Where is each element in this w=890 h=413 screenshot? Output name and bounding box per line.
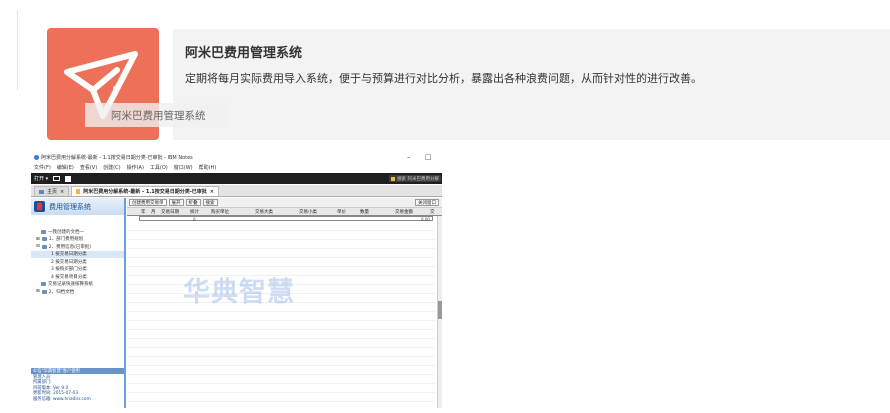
collapse-button[interactable]: 折叠: [185, 199, 201, 206]
column-price[interactable]: 单价: [337, 209, 346, 215]
column-month[interactable]: 月: [151, 209, 156, 215]
sidebar-item-dept-plan[interactable]: ⊞ 1、部门费用规划: [31, 236, 124, 244]
product-description: 定期将每月实际费用导入系统，便于与预算进行对比分析，暴露出各种浪费问题，从而针对…: [185, 72, 702, 85]
view-icon: [41, 282, 46, 287]
column-category[interactable]: 交易大类: [255, 209, 273, 215]
sidebar-item-archive[interactable]: ⊞ 2、归档文档: [31, 288, 124, 296]
column-year[interactable]: 年: [141, 209, 146, 215]
user-icon: [391, 176, 396, 181]
close-window-button[interactable]: 关闭窗口: [415, 199, 439, 206]
close-icon[interactable]: ×: [60, 189, 64, 195]
tab-bar: 主页 × 阿米巴费用分解系统-最新 - 1.1按交易日期分类-已审批 ×: [31, 185, 442, 197]
column-amount[interactable]: 交易金额: [395, 209, 413, 215]
sidebar-item-label: 1 按交易日期分类: [51, 252, 87, 258]
total-row: 0 0.00: [139, 216, 433, 222]
menu-actions[interactable]: 操作(A): [127, 164, 144, 171]
menu-view[interactable]: 查看(V): [80, 164, 97, 171]
view-icon: [41, 229, 46, 234]
page-divider: [17, 10, 18, 90]
tab-expense-label: 阿米巴费用分解系统-最新 - 1.1按交易日期分类-已审批: [83, 189, 207, 195]
product-card[interactable]: 阿米巴费用管理系统 定期将每月实际费用导入系统，便于与预算进行对比分析，暴露出各…: [173, 29, 890, 140]
action-bar: 创建费用交易单 展开 折叠 搜索 关闭窗口: [127, 198, 442, 208]
menu-edit[interactable]: 编辑(E): [57, 164, 74, 171]
menu-help[interactable]: 帮助(H): [199, 164, 217, 171]
vertical-scrollbar[interactable]: [437, 216, 442, 408]
tab-home-label: 主页: [47, 189, 58, 195]
sidebar-title: 费用管理系统: [49, 202, 91, 211]
sidebar-item-by-project[interactable]: 4 按交易项目分类: [31, 273, 124, 281]
menu-tools[interactable]: 工具(O): [150, 164, 168, 171]
column-count[interactable]: 统计: [190, 209, 199, 215]
sidebar-item-label: 1、部门费用规划: [48, 237, 84, 243]
sidebar-item-by-date[interactable]: 1 按交易日期分类: [31, 250, 124, 258]
watermark-label: 阿米巴费用管理系统: [85, 103, 229, 127]
folder-icon: [41, 237, 47, 242]
sidebar-item-my-docs[interactable]: 一我创建的文档一: [31, 228, 124, 236]
search-placeholder: 搜索 阿米巴费用分解: [397, 176, 439, 182]
search-box[interactable]: 搜索 阿米巴费用分解: [389, 175, 441, 182]
toolbar: 打开 ▾ 搜索 阿米巴费用分解: [31, 173, 442, 184]
minimize-button[interactable]: –: [407, 153, 411, 161]
sidebar-nav: 一我创建的文档一 ⊞ 1、部门费用规划 ⊟ 2、费用信息(已审批) 1 按交易日期分…: [31, 228, 124, 296]
column-header: 年 月 交易日期 统计 购买单位 交易大类 交易小类 单价 数量 交易金额 交: [127, 208, 442, 216]
menu-file[interactable]: 文件(F): [34, 164, 51, 171]
menu-bar: 文件(F) 编辑(E) 查看(V) 创建(C) 操作(A) 工具(O) 窗口(W…: [31, 163, 442, 172]
sidebar-item-by-dept[interactable]: 3 按购买部门分类: [31, 266, 124, 274]
footer-line[interactable]: 服务信箱: www.hnadisr.com: [31, 396, 124, 402]
tab-home[interactable]: 主页 ×: [34, 186, 70, 196]
calendar-icon[interactable]: [65, 175, 72, 182]
sidebar-item-by-date-2[interactable]: 2 按交易日期分类: [31, 258, 124, 266]
mail-icon[interactable]: [53, 176, 61, 181]
open-menu-button[interactable]: 打开 ▾: [34, 175, 48, 182]
sidebar-item-label: 2 按交易日期分类: [51, 259, 87, 265]
sidebar-item-label: 3 按购买部门分类: [51, 267, 87, 273]
column-date[interactable]: 交易日期: [161, 209, 179, 215]
column-more[interactable]: 交: [430, 209, 435, 215]
collapse-icon[interactable]: ⊟: [36, 244, 40, 249]
create-expense-button[interactable]: 创建费用交易单: [129, 199, 167, 206]
column-quantity[interactable]: 数量: [360, 209, 369, 215]
sidebar-footer: ©信"华典智慧"客户使用 管理人员: 所属部门: 目前版本: Ver 9.0 更…: [31, 368, 124, 408]
table-body[interactable]: [127, 222, 435, 408]
product-title: 阿米巴费用管理系统: [185, 46, 303, 61]
menu-window[interactable]: 窗口(W): [174, 164, 193, 171]
close-icon[interactable]: ×: [210, 189, 214, 195]
sidebar-item-label: 2、费用信息(已审批): [48, 244, 92, 250]
column-buyer[interactable]: 购买单位: [211, 209, 229, 215]
sidebar-header: 费用管理系统: [31, 198, 124, 215]
column-subcategory[interactable]: 交易小类: [299, 209, 317, 215]
window-titlebar: 阿米巴费用分解系统-最新 - 1.1按交易日期分类-已审批 - IBM Note…: [31, 151, 442, 163]
sidebar-item-label: 2、归档文档: [48, 289, 75, 295]
sidebar: 费用管理系统 一我创建的文档一 ⊞ 1、部门费用规划 ⊟ 2、费用信息(已审批) 1…: [31, 198, 126, 408]
database-icon: [76, 189, 81, 194]
folder-icon: [41, 244, 47, 249]
app-logo-icon: [34, 201, 45, 212]
home-icon: [39, 189, 44, 194]
sidebar-item-label: 交易记录快速核算系统: [48, 282, 93, 288]
window-title: 阿米巴费用分解系统-最新 - 1.1按交易日期分类-已审批 - IBM Note…: [41, 154, 193, 161]
sidebar-item-approved[interactable]: ⊟ 2、费用信息(已审批): [31, 243, 124, 251]
tab-expense-view[interactable]: 阿米巴费用分解系统-最新 - 1.1按交易日期分类-已审批 ×: [71, 186, 219, 196]
expand-button[interactable]: 展开: [168, 199, 184, 206]
scrollbar-thumb[interactable]: [438, 301, 442, 319]
sidebar-item-label: 一我创建的文档一: [48, 229, 84, 235]
sidebar-item-quick-calc[interactable]: 交易记录快速核算系统: [31, 281, 124, 289]
maximize-button[interactable]: □: [425, 153, 432, 161]
expand-icon[interactable]: ⊞: [36, 289, 40, 294]
sidebar-item-label: 4 按交易项目分类: [51, 274, 87, 280]
menu-create[interactable]: 创建(C): [103, 164, 120, 171]
folder-icon: [41, 289, 47, 294]
watermark-brand: 华典智慧: [183, 277, 295, 308]
app-icon: [34, 154, 39, 160]
expand-icon[interactable]: ⊞: [36, 237, 40, 242]
search-button[interactable]: 搜索: [202, 199, 218, 206]
